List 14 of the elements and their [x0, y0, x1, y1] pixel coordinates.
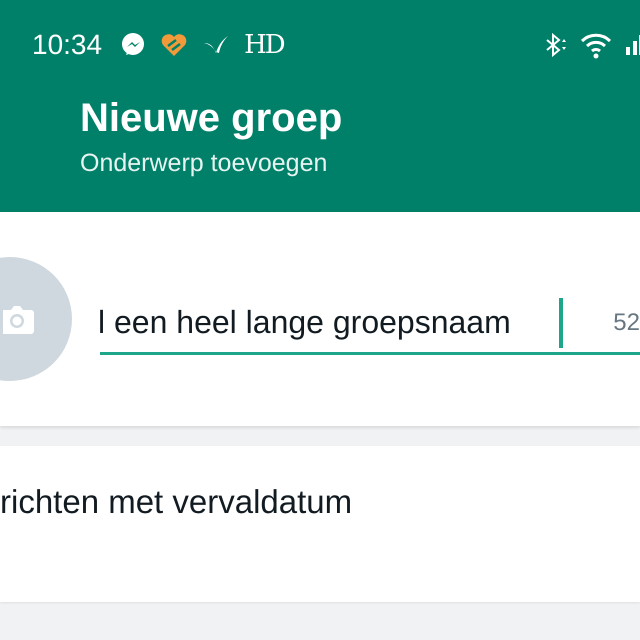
setting-label[interactable]: richten met vervaldatum	[0, 483, 352, 521]
character-counter: 52	[613, 308, 640, 336]
group-name-text: l een heel lange groepsnaam	[98, 304, 511, 341]
text-cursor	[559, 298, 563, 348]
screen-title: Nieuwe groep	[80, 96, 344, 141]
screen-subtitle: Onderwerp toevoegen	[80, 149, 328, 178]
heart-icon	[160, 33, 188, 57]
signal-icon	[626, 35, 640, 55]
group-name-field[interactable]: l een heel lange groepsnaam 52	[100, 294, 640, 354]
hd-indicator: HD	[244, 30, 284, 60]
clock: 10:34	[32, 29, 102, 61]
messenger-icon	[120, 32, 146, 58]
wifi-icon	[580, 31, 614, 59]
camera-icon	[0, 304, 34, 334]
